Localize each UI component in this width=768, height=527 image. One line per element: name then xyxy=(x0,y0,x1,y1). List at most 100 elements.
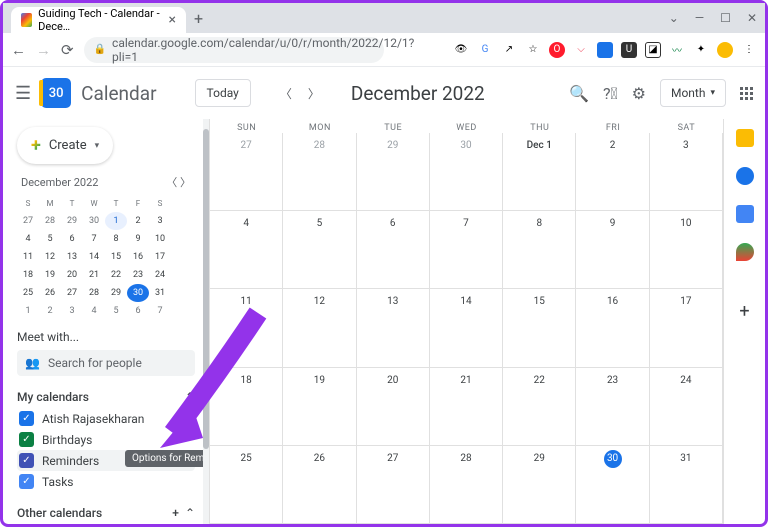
ext-icon-arrow[interactable]: ◪ xyxy=(645,42,661,58)
settings-gear-icon[interactable]: ⚙ xyxy=(632,84,646,103)
mini-date-cell[interactable]: 29 xyxy=(61,212,83,230)
checkbox-icon[interactable]: ✓ xyxy=(19,453,34,468)
keep-icon[interactable] xyxy=(736,129,754,147)
mini-date-cell[interactable]: 12 xyxy=(39,248,61,266)
create-button[interactable]: + Create ▾ xyxy=(17,127,113,164)
search-people-input[interactable]: 👥 Search for people xyxy=(17,350,195,376)
date-cell[interactable]: 15 xyxy=(503,289,576,367)
mini-date-cell[interactable]: 2 xyxy=(39,302,61,320)
sidebar-scrollbar[interactable] xyxy=(203,119,209,524)
date-cell[interactable]: 2 xyxy=(576,133,649,211)
help-icon[interactable]: ?⃝ xyxy=(603,84,618,103)
mini-date-cell[interactable]: 27 xyxy=(61,284,83,302)
google-ext-icon[interactable]: G xyxy=(477,42,493,58)
date-cell[interactable]: 12 xyxy=(283,289,356,367)
maps-icon[interactable] xyxy=(736,243,754,261)
mini-date-cell[interactable]: 23 xyxy=(127,266,149,284)
mini-prev-icon[interactable]: 〈 xyxy=(166,176,177,189)
mini-date-cell[interactable]: 28 xyxy=(83,284,105,302)
ext-icon-u[interactable]: U xyxy=(621,42,637,58)
back-icon[interactable]: ← xyxy=(11,41,26,59)
contacts-icon[interactable] xyxy=(736,205,754,223)
mini-date-cell[interactable]: 1 xyxy=(105,212,127,230)
mini-next-icon[interactable]: 〉 xyxy=(180,176,191,189)
mini-date-cell[interactable]: 28 xyxy=(39,212,61,230)
mini-date-cell[interactable]: 10 xyxy=(149,230,171,248)
mini-date-cell[interactable]: 20 xyxy=(61,266,83,284)
maximize-icon[interactable]: ☐ xyxy=(720,11,731,25)
mini-date-cell[interactable]: 26 xyxy=(39,284,61,302)
date-cell[interactable]: 3 xyxy=(650,133,723,211)
mini-date-cell[interactable]: 3 xyxy=(61,302,83,320)
next-month-icon[interactable]: 〉 xyxy=(301,80,327,107)
mini-date-cell[interactable]: 6 xyxy=(61,230,83,248)
mini-date-cell[interactable]: 7 xyxy=(149,302,171,320)
today-button[interactable]: Today xyxy=(195,79,251,107)
share-ext-icon[interactable]: ↗ xyxy=(501,42,517,58)
checkbox-icon[interactable]: ✓ xyxy=(19,474,34,489)
date-cell[interactable]: 7 xyxy=(430,211,503,289)
mini-date-cell[interactable]: 15 xyxy=(105,248,127,266)
calendar-item[interactable]: ✓Atish Rajasekharan xyxy=(17,408,195,429)
mini-date-cell[interactable]: 4 xyxy=(83,302,105,320)
date-cell[interactable]: 17 xyxy=(650,289,723,367)
mini-date-cell[interactable]: 17 xyxy=(149,248,171,266)
date-cell[interactable]: 4 xyxy=(210,211,283,289)
mini-date-cell[interactable]: 5 xyxy=(39,230,61,248)
date-cell[interactable]: 30 xyxy=(576,446,649,524)
date-cell[interactable]: 23 xyxy=(576,368,649,446)
minimize-icon[interactable]: ― xyxy=(695,11,704,25)
date-cell[interactable]: 21 xyxy=(430,368,503,446)
mini-date-cell[interactable]: 25 xyxy=(17,284,39,302)
mini-date-cell[interactable]: 30 xyxy=(127,284,149,302)
mini-date-cell[interactable]: 8 xyxy=(105,230,127,248)
date-cell[interactable]: Dec 1 xyxy=(503,133,576,211)
my-calendars-header[interactable]: My calendars ⌃ xyxy=(17,390,195,404)
date-cell[interactable]: 28 xyxy=(283,133,356,211)
date-cell[interactable]: 10 xyxy=(650,211,723,289)
other-calendars-header[interactable]: Other calendars + ⌃ xyxy=(17,506,195,520)
date-cell[interactable]: 27 xyxy=(210,133,283,211)
close-window-icon[interactable]: ✕ xyxy=(747,11,757,25)
date-cell[interactable]: 25 xyxy=(210,446,283,524)
mini-date-cell[interactable]: 7 xyxy=(83,230,105,248)
main-menu-icon[interactable]: ☰ xyxy=(15,83,31,104)
checkbox-icon[interactable]: ✓ xyxy=(19,432,34,447)
calendar-item[interactable]: ✓Reminders⋮Options for Reminders xyxy=(17,450,195,471)
date-cell[interactable]: 13 xyxy=(357,289,430,367)
browser-tab[interactable]: Guiding Tech - Calendar - Dece… × xyxy=(11,7,186,33)
opera-ext-icon[interactable]: O xyxy=(549,42,565,58)
eye-ext-icon[interactable]: 👁 xyxy=(453,42,469,58)
date-cell[interactable]: 18 xyxy=(210,368,283,446)
date-cell[interactable]: 22 xyxy=(503,368,576,446)
date-cell[interactable]: 29 xyxy=(503,446,576,524)
date-cell[interactable]: 31 xyxy=(650,446,723,524)
date-cell[interactable]: 14 xyxy=(430,289,503,367)
tasks-icon[interactable] xyxy=(736,167,754,185)
mini-date-cell[interactable]: 31 xyxy=(149,284,171,302)
prev-month-icon[interactable]: 〈 xyxy=(273,80,299,107)
extensions-puzzle-icon[interactable]: ✦ xyxy=(693,42,709,58)
mini-date-cell[interactable]: 18 xyxy=(17,266,39,284)
forward-icon[interactable]: → xyxy=(36,41,51,59)
date-cell[interactable]: 28 xyxy=(430,446,503,524)
date-cell[interactable]: 24 xyxy=(650,368,723,446)
mini-date-cell[interactable]: 27 xyxy=(17,212,39,230)
star-ext-icon[interactable]: ☆ xyxy=(525,42,541,58)
mini-date-cell[interactable]: 22 xyxy=(105,266,127,284)
date-cell[interactable]: 26 xyxy=(283,446,356,524)
mini-date-cell[interactable]: 29 xyxy=(105,284,127,302)
add-panel-icon[interactable]: + xyxy=(739,301,749,322)
new-tab-button[interactable]: + xyxy=(194,9,203,28)
mini-date-cell[interactable]: 3 xyxy=(149,212,171,230)
mini-date-cell[interactable]: 19 xyxy=(39,266,61,284)
mini-date-cell[interactable]: 16 xyxy=(127,248,149,266)
pocket-ext-icon[interactable]: ⌵ xyxy=(573,42,589,58)
date-cell[interactable]: 11 xyxy=(210,289,283,367)
mini-date-cell[interactable]: 6 xyxy=(127,302,149,320)
mini-date-cell[interactable]: 11 xyxy=(17,248,39,266)
mini-date-cell[interactable]: 4 xyxy=(17,230,39,248)
date-cell[interactable]: 6 xyxy=(357,211,430,289)
search-icon[interactable]: 🔍 xyxy=(569,84,589,103)
close-tab-icon[interactable]: × xyxy=(169,12,176,28)
